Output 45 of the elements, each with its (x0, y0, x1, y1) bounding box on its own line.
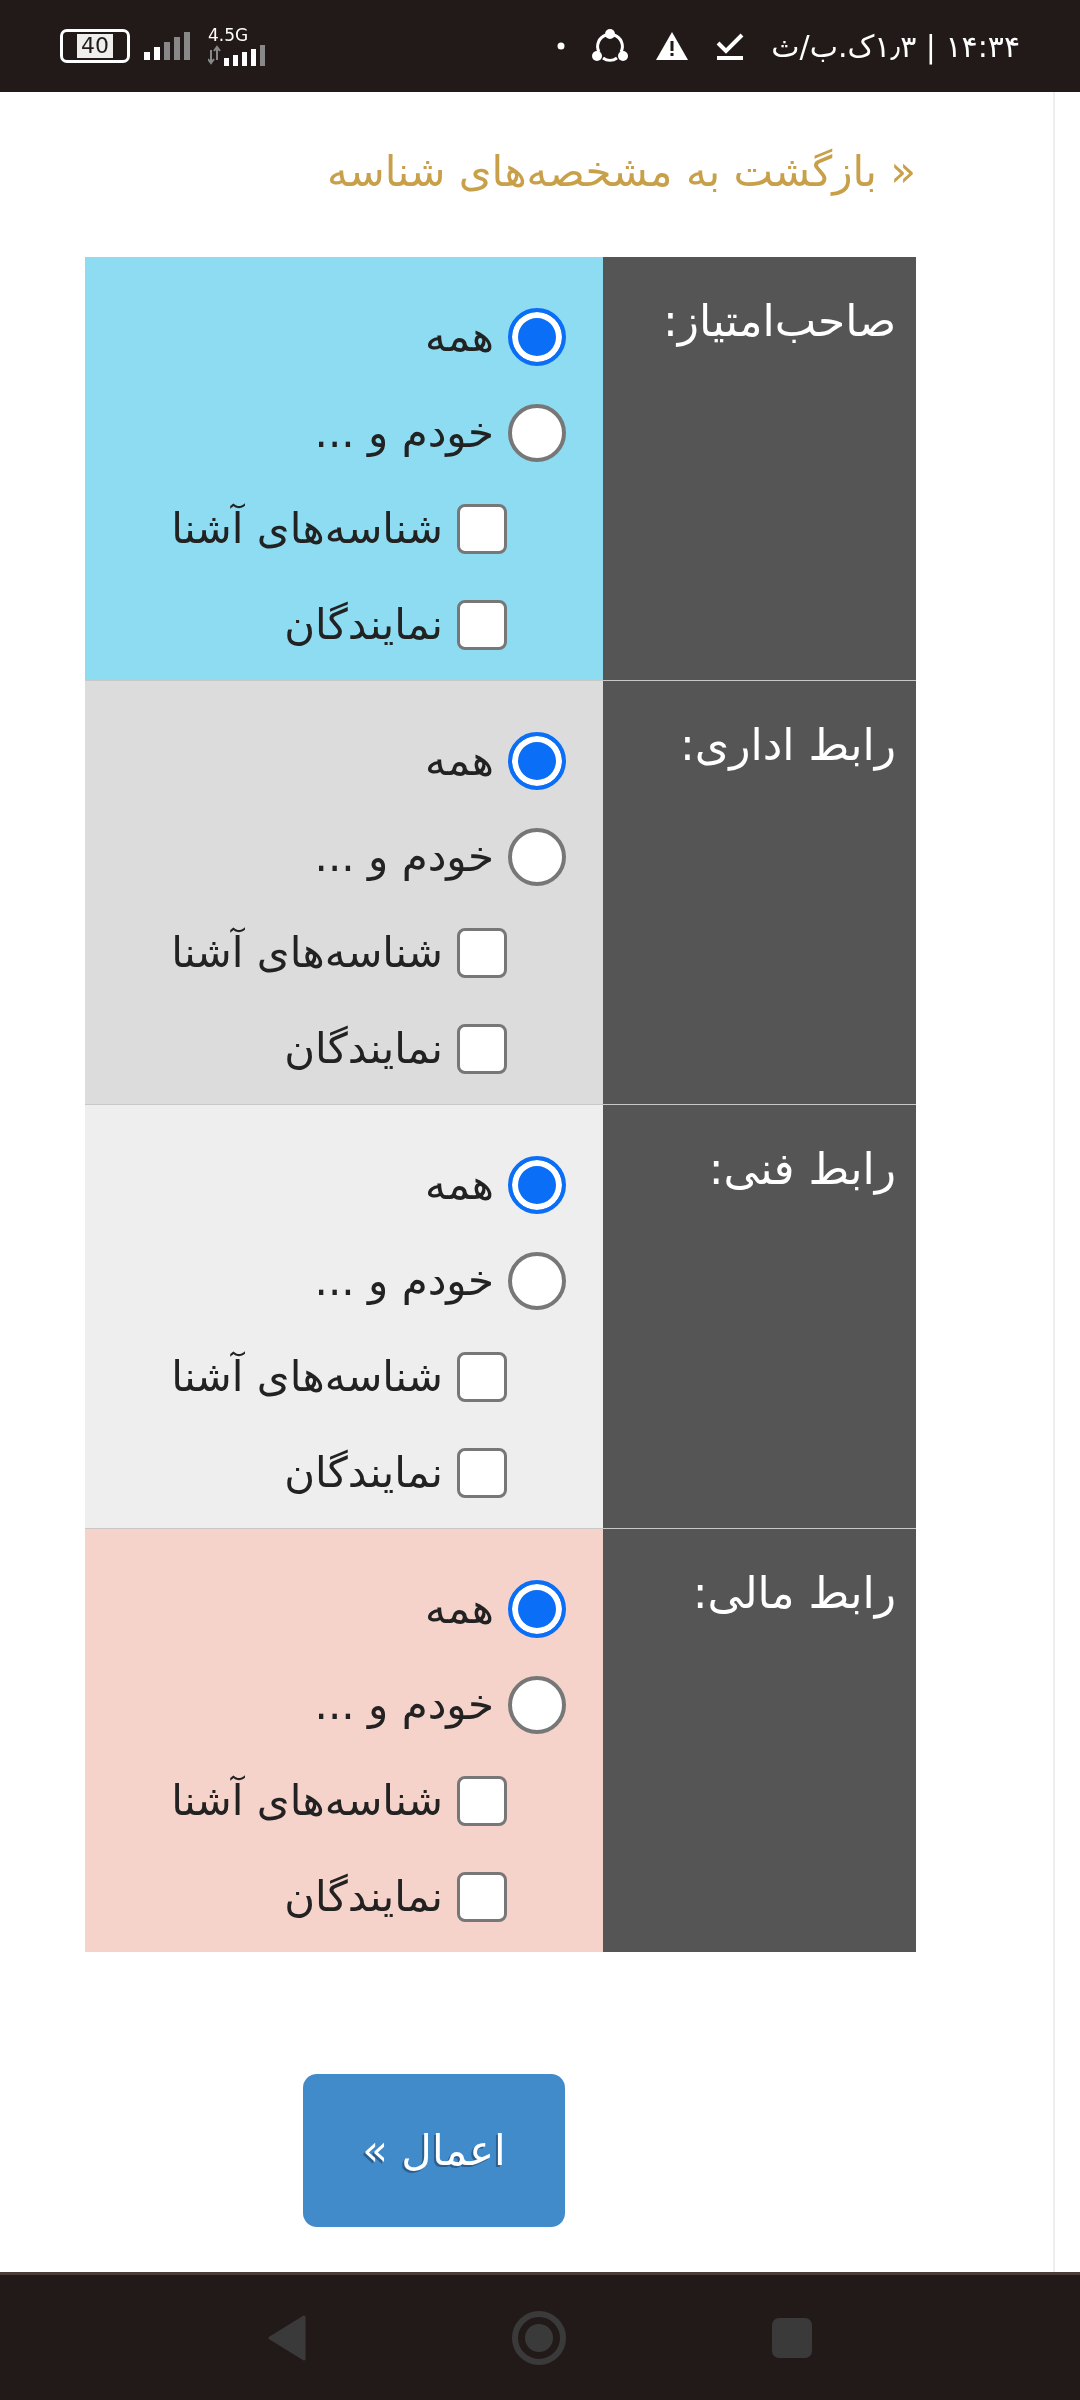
radio-button[interactable] (508, 404, 566, 462)
dot-icon (557, 42, 566, 50)
radio-button[interactable] (508, 828, 566, 886)
checkbox[interactable] (457, 1872, 507, 1922)
option-label: شناسه‌های آشنا (171, 502, 443, 555)
download-done-icon (715, 31, 746, 61)
option-label: نمایندگان (284, 1447, 443, 1499)
checkbox[interactable] (457, 600, 507, 650)
field-label: رابط فنی: (708, 1142, 896, 1197)
checkbox[interactable] (457, 1024, 507, 1074)
radio-button[interactable] (508, 1156, 566, 1214)
option-label: خودم و ... (314, 1255, 494, 1307)
option-label: همه (425, 735, 494, 787)
radio-button[interactable] (508, 1580, 566, 1638)
option-label: همه (425, 311, 494, 363)
option-label: شناسه‌های آشنا (171, 926, 443, 979)
radio-button[interactable] (508, 1676, 566, 1734)
option-label: نمایندگان (284, 1871, 443, 1923)
radio-button[interactable] (508, 1252, 566, 1310)
option-label: همه (425, 1159, 494, 1211)
checkbox[interactable] (457, 928, 507, 978)
battery-icon: 40 (60, 29, 130, 63)
checkbox[interactable] (457, 1352, 507, 1402)
warning-icon (655, 31, 690, 61)
option-label: شناسه‌های آشنا (171, 1350, 443, 1403)
option-label: نمایندگان (284, 1023, 443, 1075)
option-label: خودم و ... (314, 1679, 494, 1731)
share-icon (591, 28, 630, 64)
checkbox[interactable] (457, 504, 507, 554)
status-text: ۱۴:۳۴ | ۱٫۳ک.ب/ث (771, 28, 1020, 64)
option-label: شناسه‌های آشنا (171, 1774, 443, 1827)
option-label: خودم و ... (314, 831, 494, 883)
radio-button[interactable] (508, 732, 566, 790)
field-label: صاحب‌امتیاز: (663, 294, 896, 349)
option-label: نمایندگان (284, 599, 443, 651)
network-type: 4.5G (208, 26, 249, 44)
checkbox[interactable] (457, 1448, 507, 1498)
checkbox[interactable] (457, 1776, 507, 1826)
radio-button[interactable] (508, 308, 566, 366)
apply-button[interactable]: اعمال » (303, 2074, 565, 2227)
field-label: رابط مالی: (692, 1566, 896, 1621)
option-label: همه (425, 1583, 494, 1635)
field-label: رابط اداری: (679, 718, 896, 773)
option-label: خودم و ... (314, 407, 494, 459)
back-link[interactable]: « بازگشت به مشخصه‌های شناسه (85, 142, 916, 202)
